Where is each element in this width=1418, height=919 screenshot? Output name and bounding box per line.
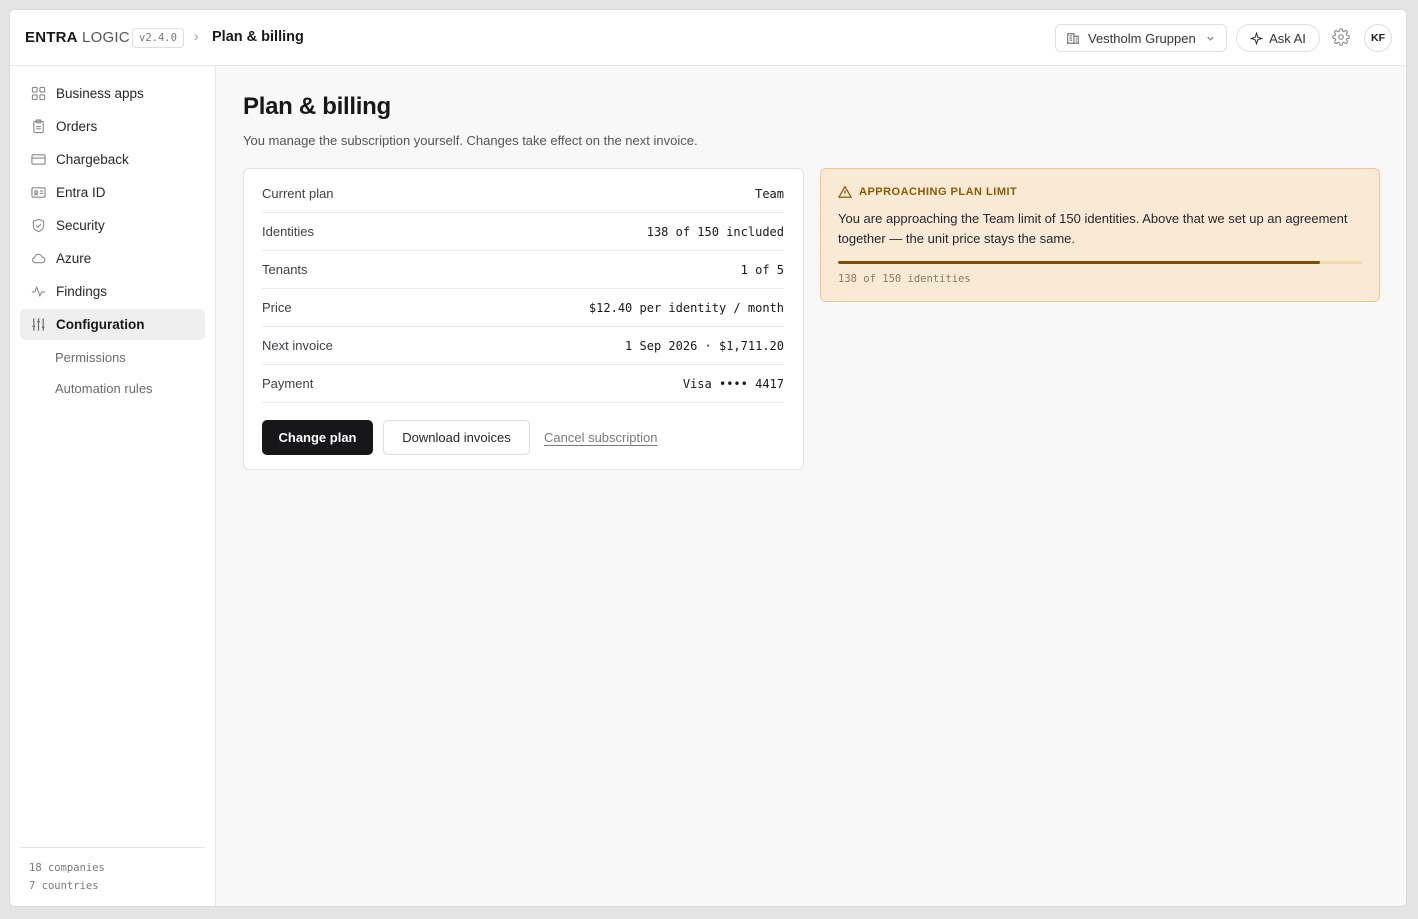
row-value: Team [755, 186, 784, 201]
brand-light: LOGIC [82, 29, 130, 46]
row-label: Current plan [262, 186, 334, 201]
gear-icon[interactable] [1332, 28, 1350, 46]
main-content: Plan & billing You manage the subscripti… [216, 66, 1406, 906]
brand-bold: ENTRA [25, 29, 78, 46]
row-value: $12.40 per identity / month [588, 300, 784, 315]
alert-message: You are approaching the Team limit of 15… [838, 211, 1348, 246]
sidebar-item-label: Findings [56, 284, 108, 299]
warning-icon [838, 185, 852, 199]
alert-title: APPROACHING PLAN LIMIT [859, 186, 1018, 198]
shield-icon [30, 218, 46, 234]
top-bar: ENTRA LOGIC v2.4.0 › Plan & billing Vest… [10, 10, 1406, 66]
companies-count: 18 companies [29, 862, 105, 874]
plan-row-tenants: Tenants 1 of 5 [262, 251, 784, 289]
plan-limit-alert: APPROACHING PLAN LIMIT You are approachi… [820, 168, 1380, 302]
plan-row-identities: Identities 138 of 150 included [262, 213, 784, 251]
sliders-icon [30, 317, 46, 333]
countries-count: 7 countries [29, 880, 99, 892]
sidebar-item-label: Entra ID [56, 185, 106, 200]
page-subtitle: You manage the subscription yourself. Ch… [243, 133, 698, 148]
sparkle-icon [1250, 31, 1264, 45]
sidebar-item-findings[interactable]: Findings [20, 276, 205, 307]
usage-progress-bar [838, 261, 1362, 264]
sidebar-item-entra-id[interactable]: Entra ID [20, 177, 205, 208]
breadcrumb-separator: › [194, 28, 199, 44]
brand-logo[interactable]: ENTRA LOGIC [25, 29, 130, 46]
row-label: Payment [262, 376, 314, 391]
row-label: Tenants [262, 262, 308, 277]
row-label: Next invoice [262, 338, 333, 353]
sidebar-item-business-apps[interactable]: Business apps [20, 78, 205, 109]
change-plan-button[interactable]: Change plan [262, 420, 373, 455]
sidebar-item-label: Security [56, 218, 105, 233]
app-window: ENTRA LOGIC v2.4.0 › Plan & billing Vest… [9, 9, 1407, 907]
usage-progress-fill [838, 261, 1321, 264]
id-card-icon [30, 185, 46, 201]
org-switcher[interactable]: Vestholm Gruppen [1055, 24, 1227, 52]
activity-icon [30, 284, 46, 300]
chevron-down-icon [1205, 33, 1216, 44]
sidebar-item-label: Azure [56, 251, 92, 266]
plan-row-next-invoice: Next invoice 1 Sep 2026 · $1,711.20 [262, 327, 784, 365]
cloud-icon [30, 251, 46, 267]
org-name: Vestholm Gruppen [1088, 30, 1196, 46]
card-icon [30, 152, 46, 168]
sidebar-subitem-permissions[interactable]: Permissions [55, 350, 126, 365]
ask-ai-label: Ask AI [1269, 30, 1306, 46]
clipboard-icon [30, 119, 46, 135]
sidebar-item-label: Configuration [56, 317, 145, 332]
row-value: 1 of 5 [740, 262, 784, 277]
sidebar: Business apps Orders Chargeback Entra ID… [10, 66, 216, 906]
sidebar-item-label: Business apps [56, 86, 144, 101]
page-title: Plan & billing [243, 93, 391, 120]
row-label: Price [262, 300, 292, 315]
ask-ai-button[interactable]: Ask AI [1236, 24, 1320, 52]
building-icon [1066, 31, 1080, 45]
row-value: 138 of 150 included [646, 224, 784, 239]
sidebar-item-orders[interactable]: Orders [20, 111, 205, 142]
avatar[interactable]: KF [1364, 24, 1392, 52]
sidebar-item-security[interactable]: Security [20, 210, 205, 241]
sidebar-item-chargeback[interactable]: Chargeback [20, 144, 205, 175]
sidebar-item-azure[interactable]: Azure [20, 243, 205, 274]
cancel-subscription-link[interactable]: Cancel subscription [544, 430, 657, 445]
plan-row-price: Price $12.40 per identity / month [262, 289, 784, 327]
sidebar-item-label: Orders [56, 119, 98, 134]
plan-row-payment: Payment Visa •••• 4417 [262, 365, 784, 403]
row-value: 1 Sep 2026 · $1,711.20 [625, 338, 784, 353]
sidebar-item-configuration[interactable]: Configuration [20, 309, 205, 340]
row-label: Identities [262, 224, 315, 239]
sidebar-footer: 18 companies 7 countries [20, 847, 205, 895]
usage-text: 138 of 150 identities [838, 273, 971, 285]
row-value: Visa •••• 4417 [682, 376, 784, 391]
plan-row-current-plan: Current plan Team [262, 175, 784, 213]
breadcrumb-current: Plan & billing [212, 29, 304, 45]
sidebar-item-label: Chargeback [56, 152, 129, 167]
plan-details-card: Current plan Team Identities 138 of 150 … [243, 168, 804, 470]
download-invoices-button[interactable]: Download invoices [383, 420, 530, 455]
sidebar-subitem-automation-rules[interactable]: Automation rules [55, 381, 153, 396]
version-badge: v2.4.0 [132, 28, 184, 48]
alert-header: APPROACHING PLAN LIMIT [838, 185, 1017, 199]
grid-icon [30, 86, 46, 102]
